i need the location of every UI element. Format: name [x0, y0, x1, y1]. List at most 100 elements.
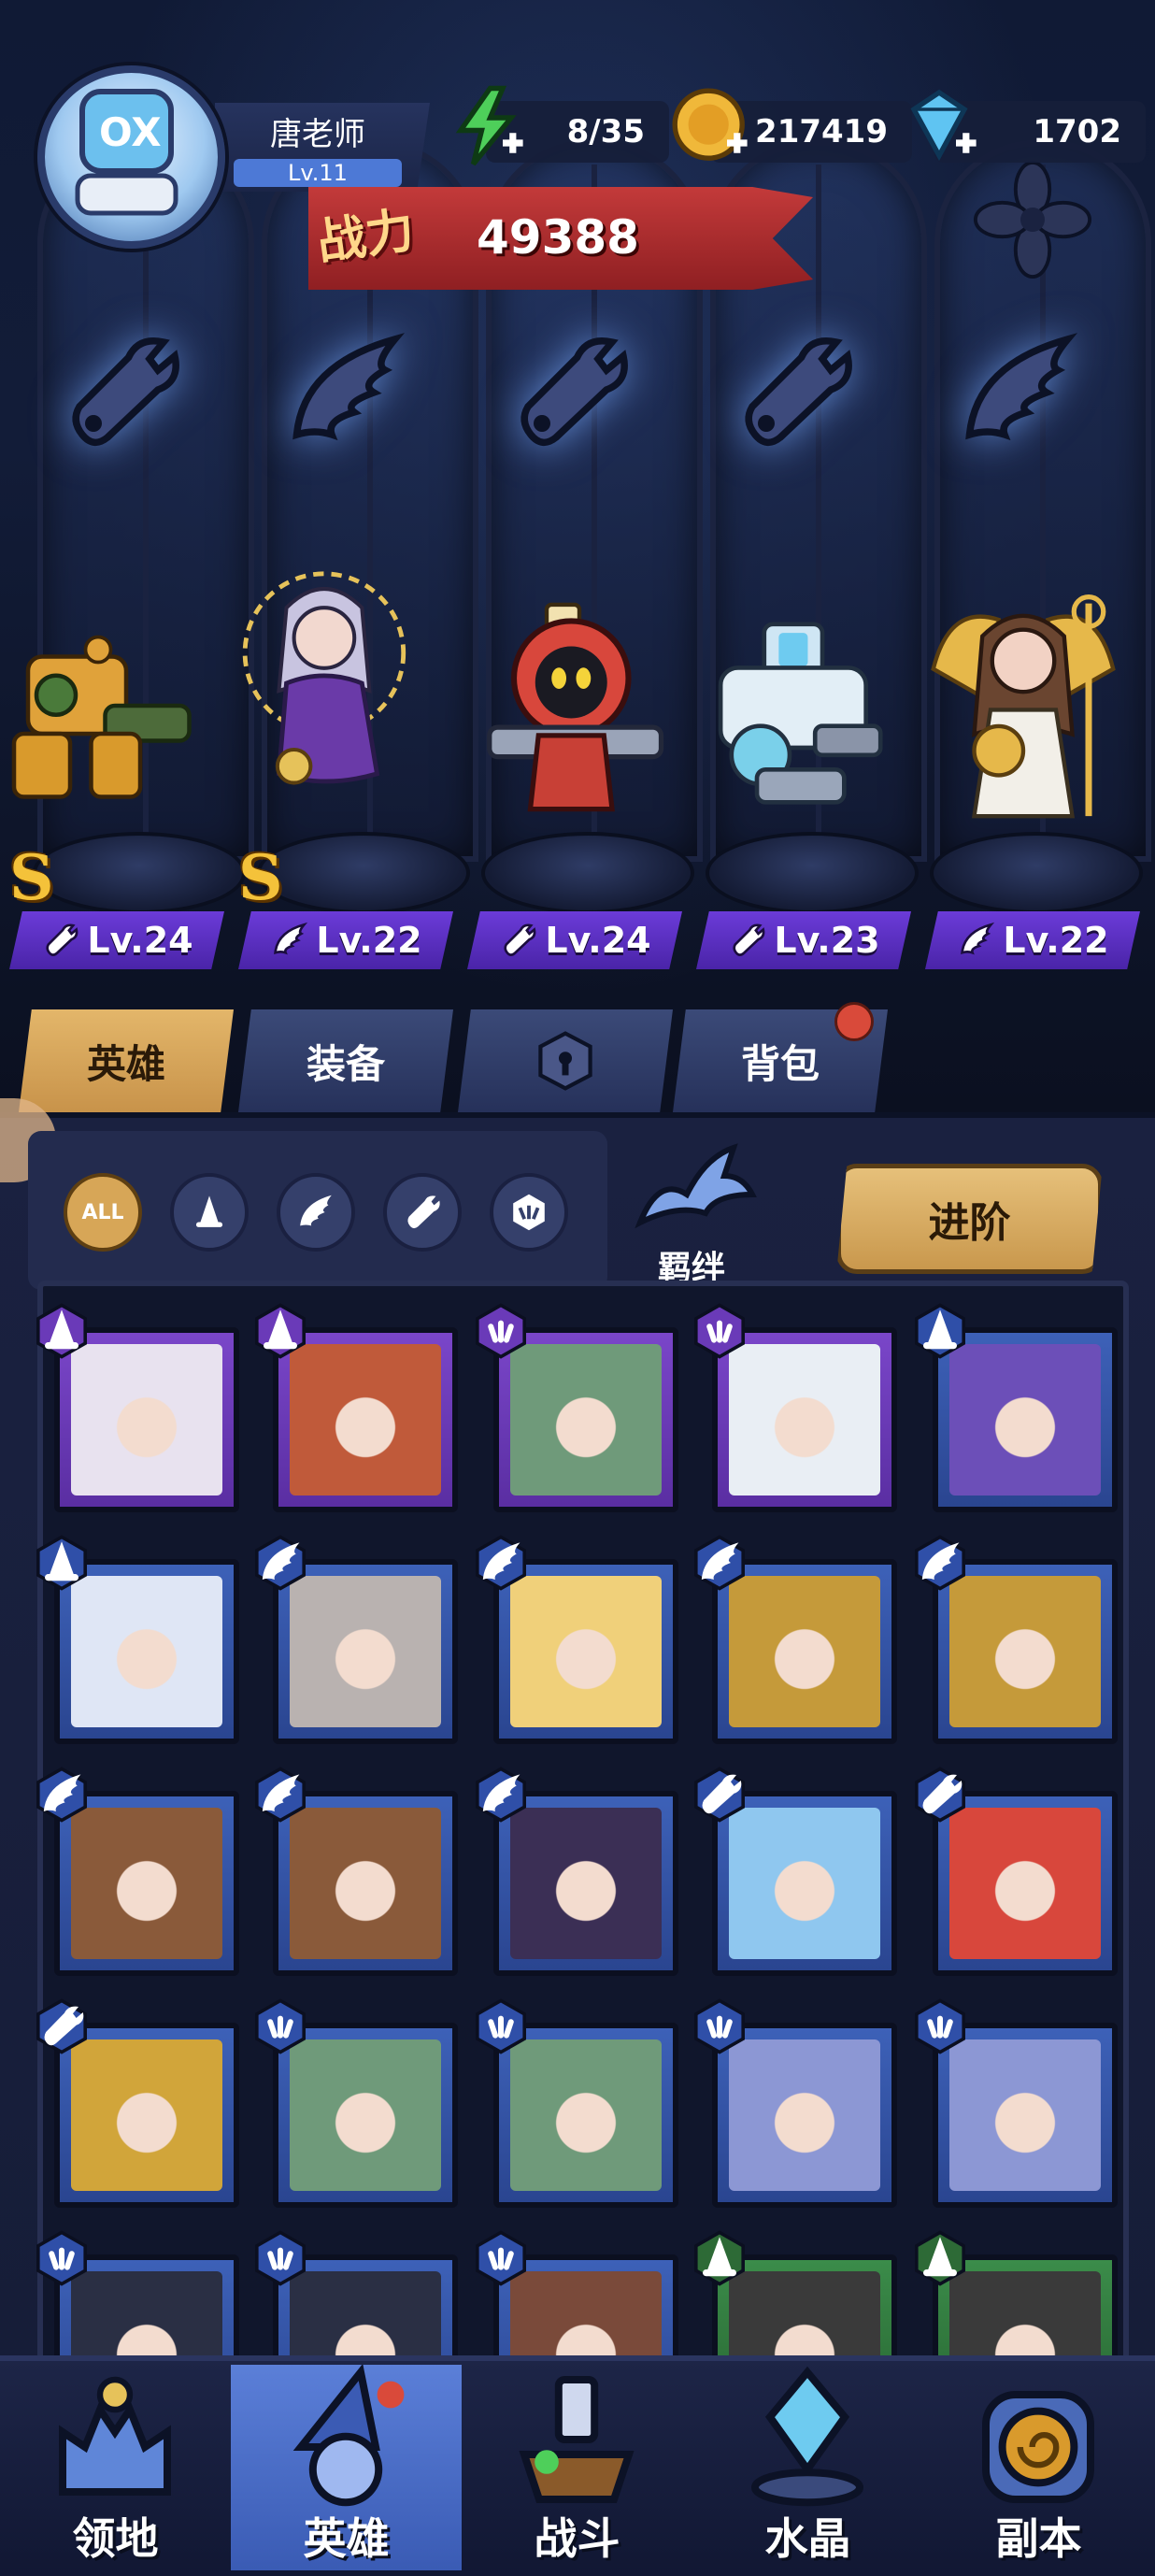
hero-portrait: [510, 2039, 662, 2191]
pedestal: [930, 832, 1143, 914]
nav-dungeon-label: 副本: [995, 2513, 1082, 2564]
claw-icon: [252, 2230, 308, 2286]
lineup-level-banner: Lv.23: [696, 911, 911, 969]
claw-icon: [513, 1194, 545, 1231]
claw-icon: [692, 1303, 748, 1359]
lineup-level-banner: Lv.24: [467, 911, 682, 969]
nav-territory[interactable]: 领地: [0, 2365, 231, 2570]
svg-text:OX: OX: [99, 109, 162, 155]
wrench-icon: [34, 1998, 90, 2054]
tab-locked[interactable]: [458, 1009, 673, 1112]
player-name-plate: 唐老师 Lv.11: [215, 103, 430, 192]
filter-claw[interactable]: [490, 1173, 568, 1252]
settings-flower-icon[interactable]: [972, 159, 1093, 280]
hero-portrait: [949, 1576, 1101, 1727]
lineup-level: Lv.24: [87, 920, 193, 961]
nav-battle-label: 战斗: [534, 2513, 620, 2564]
filter-wrench[interactable]: [383, 1173, 462, 1252]
wrench-icon: [504, 923, 536, 956]
nav-heroes[interactable]: 英雄: [231, 2365, 462, 2570]
bond-icon: [635, 1143, 757, 1229]
wrench-icon: [733, 923, 765, 956]
energy-value: 8/35: [566, 113, 645, 150]
lineup-hero-4[interactable]: [692, 598, 888, 841]
mage-hat-icon: [34, 1303, 90, 1359]
claw-icon: [473, 1998, 529, 2054]
dungeon-icon: [982, 2391, 1094, 2503]
mage-hat-icon: [195, 1195, 223, 1227]
diamond-icon[interactable]: [897, 84, 981, 168]
nav-heroes-label: 英雄: [303, 2513, 390, 2564]
hero-portrait: [290, 1344, 441, 1496]
mage-hat-icon: [692, 2230, 748, 2286]
wing-icon: [473, 1535, 529, 1591]
crystal-icon: [751, 2366, 863, 2507]
slot-wrench-icon: [42, 313, 201, 472]
player-avatar[interactable]: OX: [37, 65, 225, 249]
combat-power-label: 战力: [313, 202, 419, 272]
mage-hat-icon: [252, 1303, 308, 1359]
hero-portrait: [949, 2039, 1101, 2191]
hero-portrait: [729, 2039, 880, 2191]
hero-portrait: [290, 1576, 441, 1727]
lineup-hero-5[interactable]: [925, 594, 1121, 841]
hero-portrait: [290, 1808, 441, 1959]
hero-portrait: [949, 1808, 1101, 1959]
advance-button[interactable]: 进阶: [836, 1164, 1103, 1274]
lineup-level-banner: Lv.24: [9, 911, 224, 969]
hero-portrait: [729, 1808, 880, 1959]
wing-icon: [274, 922, 308, 955]
slot-wrench-icon: [491, 313, 649, 472]
lineup-level: Lv.22: [1003, 920, 1109, 961]
tab-equipment-label: 装备: [306, 1040, 385, 1087]
mage-hat-icon: [912, 1303, 968, 1359]
lineup-hero-1[interactable]: [0, 598, 196, 841]
tab-backpack-label: 背包: [740, 1040, 820, 1087]
diamond-value: 1702: [1033, 113, 1121, 150]
claw-icon: [692, 1998, 748, 2054]
claw-icon: [473, 2230, 529, 2286]
wrench-icon: [692, 1767, 748, 1823]
tab-heroes[interactable]: 英雄: [19, 1009, 234, 1112]
wrench-icon: [46, 923, 78, 956]
lineup-level-banner: Lv.22: [238, 911, 453, 969]
claw-icon: [912, 1998, 968, 2054]
gold-value: 217419: [755, 113, 888, 150]
nav-battle[interactable]: 战斗: [462, 2365, 692, 2570]
filter-mage[interactable]: [170, 1173, 249, 1252]
notification-dot: [834, 1002, 874, 1041]
wing-icon: [34, 1767, 90, 1823]
energy-icon[interactable]: [444, 84, 528, 168]
gold-coin-icon[interactable]: [668, 84, 752, 168]
slot-wing-icon: [939, 313, 1098, 472]
nav-dungeon[interactable]: 副本: [923, 2365, 1154, 2570]
pedestal: [706, 832, 919, 914]
filter-all[interactable]: ALL: [64, 1173, 142, 1252]
hero-portrait: [71, 1344, 222, 1496]
lineup-hero-3[interactable]: [481, 598, 677, 841]
lineup-level-banner: Lv.22: [925, 911, 1140, 969]
lineup-hero-2[interactable]: [234, 571, 430, 841]
claw-icon: [252, 1998, 308, 2054]
slot-wing-icon: [266, 313, 425, 472]
bond-button[interactable]: 羁绊: [598, 1131, 785, 1290]
nav-crystal[interactable]: 水晶: [692, 2365, 923, 2570]
slot-wrench-icon: [715, 313, 874, 472]
lineup-level: Lv.22: [316, 920, 422, 961]
pedestal: [481, 832, 694, 914]
hero-portrait: [729, 1576, 880, 1727]
hero-portrait: [510, 1808, 662, 1959]
filter-wing[interactable]: [277, 1173, 355, 1252]
rank-badge: S: [9, 841, 54, 914]
nav-crystal-label: 水晶: [764, 2513, 851, 2564]
rank-badge: S: [238, 841, 283, 914]
hero-portrait: [71, 1576, 222, 1727]
wrench-icon: [912, 1767, 968, 1823]
lock-icon: [538, 1031, 592, 1091]
wing-icon: [912, 1535, 968, 1591]
hero-wizard-icon: [292, 2365, 405, 2507]
claw-icon: [473, 1303, 529, 1359]
mage-hat-icon: [34, 1535, 90, 1591]
tab-equipment[interactable]: 装备: [238, 1009, 453, 1112]
player-level: Lv.11: [234, 159, 402, 187]
